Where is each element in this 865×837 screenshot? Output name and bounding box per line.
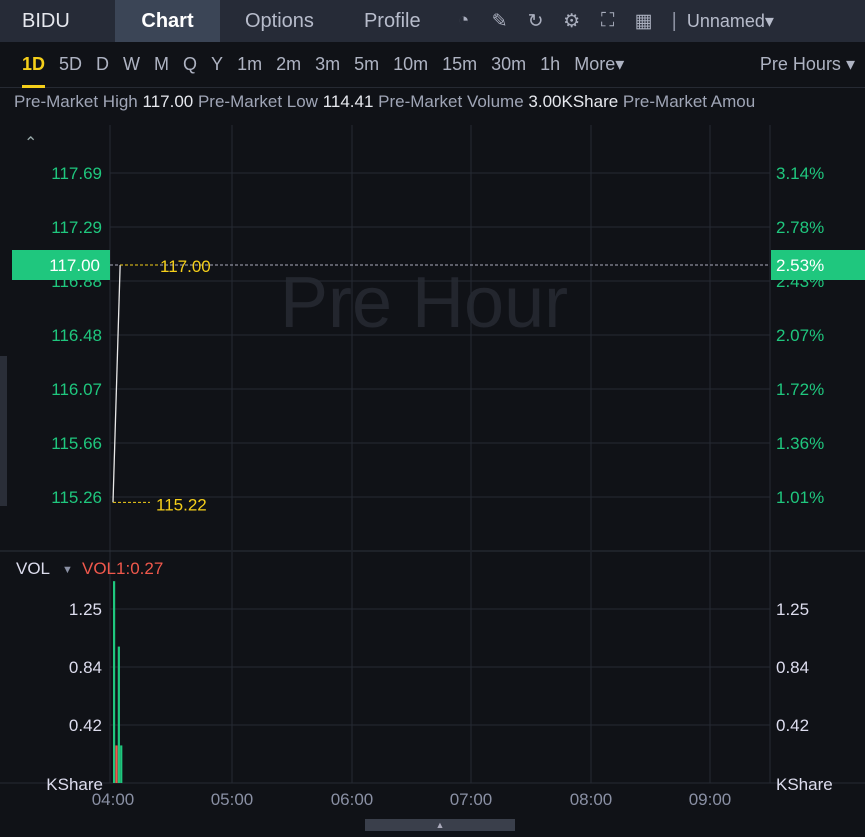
- pct-tick-right: 3.14%: [776, 164, 824, 183]
- high-marker-label: 117.00: [160, 257, 211, 276]
- volume-tick-left: 0.84: [69, 658, 102, 677]
- pct-tick-right: 1.36%: [776, 434, 824, 453]
- low-marker-label: 115.22: [156, 495, 207, 514]
- price-line: [112, 264, 121, 503]
- volume-tick-left: 0.42: [69, 716, 102, 735]
- pct-tick-right: 1.72%: [776, 380, 824, 399]
- volume-bar: [113, 581, 116, 783]
- price-tick-left: 117.29: [51, 218, 102, 237]
- volume-unit-left: KShare: [46, 775, 103, 794]
- pct-tick-right: 2.78%: [776, 218, 824, 237]
- price-tick-left: 116.07: [51, 380, 102, 399]
- volume-bar: [115, 745, 118, 783]
- x-tick-label: 07:00: [450, 790, 493, 809]
- price-tick-left: 117.69: [51, 164, 102, 183]
- volume-bar: [120, 745, 123, 783]
- last-price-label: 117.00: [49, 256, 100, 275]
- volume-tick-right: 0.84: [776, 658, 809, 677]
- volume-tick-left: 1.25: [69, 600, 102, 619]
- volume-bar: [117, 646, 120, 783]
- x-tick-label: 05:00: [211, 790, 254, 809]
- x-tick-label: 08:00: [570, 790, 613, 809]
- volume-indicator: VOL1:0.27: [82, 559, 163, 578]
- volume-dropdown-icon: ▼: [62, 564, 73, 576]
- price-tick-left: 115.66: [51, 434, 102, 453]
- volume-tick-right: 1.25: [776, 600, 809, 619]
- last-pct-label: 2.53%: [776, 256, 824, 275]
- volume-unit-right: KShare: [776, 775, 833, 794]
- chart-canvas[interactable]: ⌃04:00 05:00 06:00 07:00 08:00 09:00117.69 3.1…: [0, 0, 865, 837]
- bottom-panel-handle[interactable]: ▲: [365, 819, 515, 831]
- volume-label: VOL: [16, 559, 50, 578]
- collapse-icon: ⌃: [24, 135, 37, 152]
- x-tick-label: 09:00: [689, 790, 732, 809]
- price-tick-left: 116.48: [51, 326, 102, 345]
- x-tick-label: 06:00: [331, 790, 374, 809]
- pct-tick-right: 2.07%: [776, 326, 824, 345]
- price-tick-left: 115.26: [51, 488, 102, 507]
- volume-tick-right: 0.42: [776, 716, 809, 735]
- left-panel-handle[interactable]: [0, 356, 7, 506]
- pct-tick-right: 1.01%: [776, 488, 824, 507]
